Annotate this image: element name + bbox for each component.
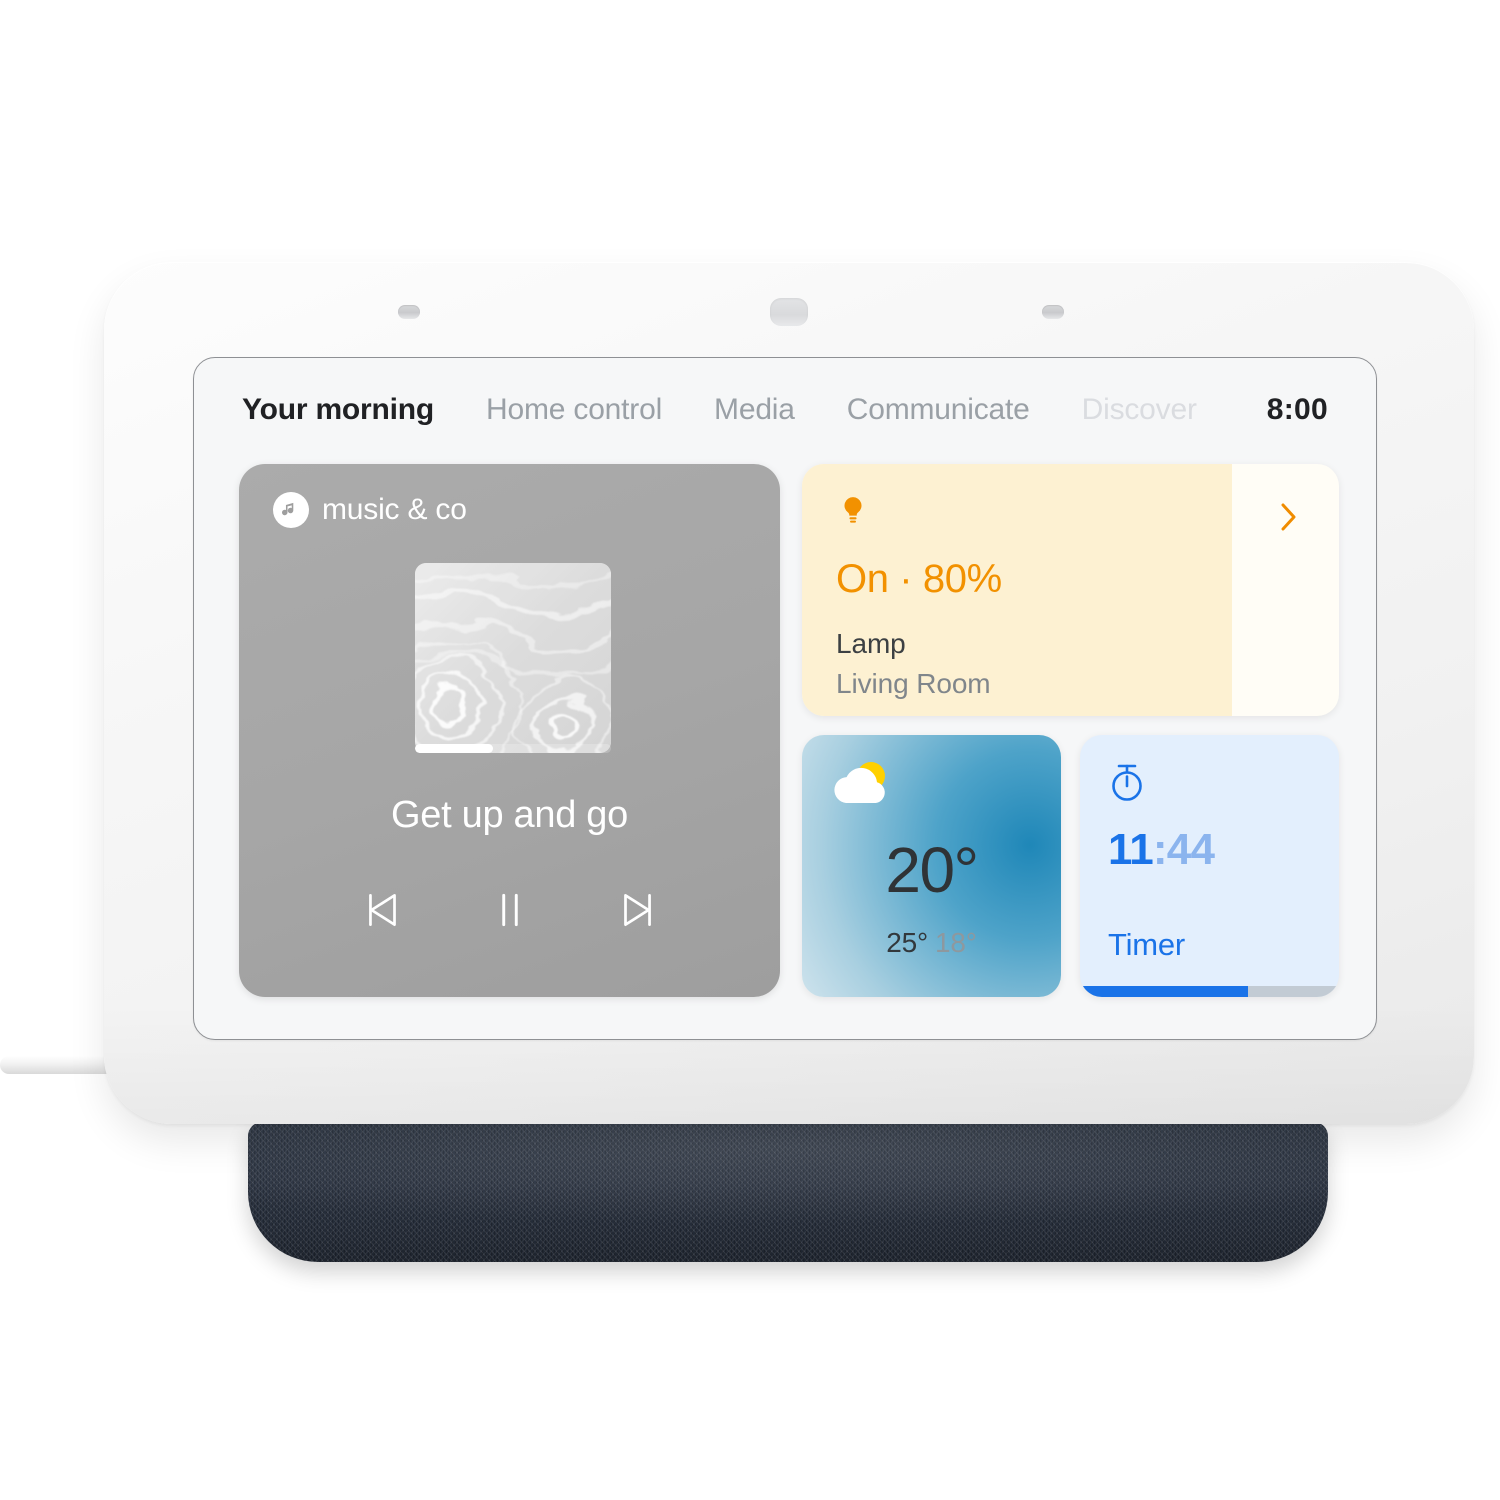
- lamp-state-text: On · 80%: [836, 557, 1002, 601]
- tab-your-morning[interactable]: Your morning: [242, 393, 434, 427]
- screenshot-root: Your morning Home control Media Communic…: [0, 0, 1500, 1500]
- weather-low: 18°: [935, 927, 977, 958]
- fabric-speaker-base: [248, 1122, 1328, 1262]
- weather-high-low: 25° 18°: [802, 927, 1061, 959]
- chevron-right-icon[interactable]: [1275, 500, 1301, 534]
- weather-card[interactable]: 20° 25° 18°: [802, 735, 1061, 997]
- media-player-card[interactable]: music & co Get up and go: [239, 464, 780, 997]
- pause-icon[interactable]: [484, 884, 536, 936]
- stopwatch-icon: [1108, 761, 1146, 803]
- media-provider-label: music & co: [322, 493, 467, 526]
- card-grid: music & co Get up and go On · 80% Lamp L…: [239, 464, 1339, 1004]
- lamp-card-content: On · 80% Lamp Living Room: [836, 494, 1339, 700]
- display-screen: Your morning Home control Media Communic…: [193, 357, 1377, 1040]
- timer-remaining: 11:44: [1108, 825, 1215, 875]
- timer-seconds: :44: [1152, 825, 1215, 874]
- skip-previous-icon[interactable]: [357, 884, 409, 936]
- tab-discover[interactable]: Discover: [1082, 393, 1197, 427]
- track-progress-fill: [415, 744, 494, 753]
- partly-cloudy-icon: [824, 757, 900, 815]
- timer-minutes: 11: [1108, 825, 1154, 874]
- lamp-device-name: Lamp: [836, 628, 906, 659]
- lamp-room-name: Living Room: [836, 668, 991, 699]
- light-bulb-icon: [836, 494, 1339, 533]
- ambient-light-sensor-icon: [770, 298, 808, 326]
- weather-high: 25°: [886, 927, 928, 958]
- track-title: Get up and go: [391, 794, 628, 836]
- timer-progress-fill: [1080, 986, 1249, 997]
- weather-temperature: 20°: [885, 834, 979, 906]
- microphone-hole-left-icon: [398, 305, 420, 319]
- tab-media[interactable]: Media: [714, 393, 795, 427]
- microphone-hole-right-icon: [1042, 305, 1064, 319]
- status-clock: 8:00: [1266, 393, 1328, 426]
- tab-home-control[interactable]: Home control: [486, 393, 662, 427]
- timer-card[interactable]: 11:44 Timer: [1080, 735, 1339, 997]
- timer-label: Timer: [1108, 927, 1186, 962]
- top-navigation-bar: Your morning Home control Media Communic…: [194, 358, 1376, 462]
- tab-communicate[interactable]: Communicate: [847, 393, 1030, 427]
- media-provider: music & co: [273, 492, 467, 528]
- music-note-icon: [273, 492, 309, 528]
- timer-progress-bar: [1080, 986, 1339, 997]
- lamp-control-card[interactable]: On · 80% Lamp Living Room: [802, 464, 1339, 716]
- track-progress-bar[interactable]: [415, 744, 611, 753]
- transport-controls: [239, 884, 780, 936]
- skip-next-icon[interactable]: [611, 884, 663, 936]
- album-art: [415, 563, 611, 753]
